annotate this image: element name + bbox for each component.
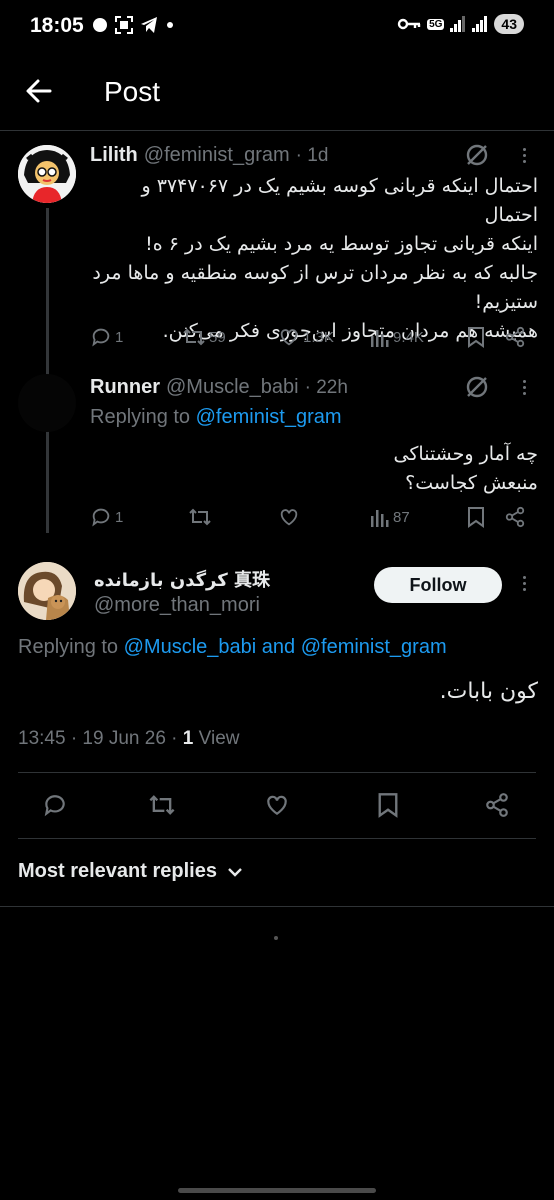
tweet1-like-count: 1.3K (303, 328, 334, 346)
tweet1-author-name[interactable]: Lilith (90, 144, 138, 167)
tweet2-line: منبعش کجاست؟ (405, 472, 538, 494)
status-right: 5G 43 (397, 14, 524, 34)
bookmark-icon[interactable] (466, 506, 486, 528)
tweet1-time: · 1d (295, 145, 329, 166)
tweet1-line: احتمال اینکه قربانی کوسه بشیم یک در ۳۷۴۷… (141, 175, 538, 226)
tweet2-body: چه آمار وحشتناکی منبعش کجاست؟ (90, 440, 538, 498)
tweet1-line: ستیزیم! (474, 291, 538, 313)
main-handle[interactable]: @more_than_mori (94, 594, 260, 617)
tweet1-line: جالبه که به نظر مردان ترس از کوسه منطقیه… (92, 262, 538, 284)
tweet2-replying-to: Replying to @feminist_gram (90, 406, 342, 429)
avatar-runner[interactable] (18, 374, 76, 432)
dot-icon (167, 22, 173, 28)
signal-2-icon (472, 16, 488, 32)
sort-divider (0, 906, 554, 907)
tweet1-reply-button[interactable]: 1 (90, 326, 123, 348)
grok-icon[interactable] (464, 374, 490, 400)
back-arrow-icon[interactable] (24, 76, 54, 106)
share-icon[interactable] (484, 792, 510, 818)
tweet2-handle[interactable]: @Muscle_babi (166, 376, 299, 399)
main-actions (42, 792, 522, 818)
chevron-down-icon (228, 867, 242, 877)
grok-icon[interactable] (464, 142, 490, 168)
tweet1-reply-count: 1 (115, 328, 124, 346)
main-divider (18, 772, 536, 773)
reply-icon (92, 328, 110, 347)
tweet2-actions: 1 87 (90, 506, 530, 530)
network-badge: 5G (427, 18, 445, 30)
avatar-lilith[interactable] (18, 145, 76, 203)
bookmark-icon[interactable] (376, 792, 400, 818)
tweet1-line: اینکه قربانی تجاوز توسط یه مرد بشیم یک د… (145, 233, 538, 255)
tweet1-repost-count: 59 (209, 328, 226, 346)
status-icons (92, 16, 175, 34)
views-icon (371, 510, 389, 527)
tweet2-views-button[interactable]: 87 (370, 506, 410, 528)
main-more-icon[interactable] (523, 576, 526, 591)
replying-to-link[interactable]: @feminist_gram (196, 406, 342, 428)
main-timestamp: 13:45 · 19 Jun 26 · (18, 728, 178, 749)
reply-icon (92, 508, 110, 527)
battery-indicator: 43 (494, 14, 524, 34)
actions-divider (18, 838, 536, 839)
repost-icon[interactable] (148, 792, 176, 818)
tweet1-views-button[interactable]: 9.4K (370, 326, 424, 348)
status-time: 18:05 (30, 14, 84, 37)
tweet2-reply-count: 1 (115, 508, 124, 526)
telegram-icon (141, 17, 157, 33)
heart-icon[interactable] (278, 506, 300, 528)
replies-sort-label: Most relevant replies (18, 860, 217, 882)
tweet1-like-button[interactable]: 1.3K (278, 326, 334, 348)
tweet1-header: Lilith @feminist_gram · 1d (90, 144, 328, 167)
tweet2-more-icon[interactable] (523, 380, 526, 395)
repost-icon[interactable] (188, 506, 212, 528)
reply-icon[interactable] (42, 792, 68, 818)
replying-prefix: Replying to (90, 406, 191, 428)
main-replying-to: Replying to @Muscle_babi and @feminist_g… (18, 636, 447, 659)
screen-capture-icon (115, 16, 133, 34)
share-icon[interactable] (504, 506, 526, 528)
header-divider (0, 130, 554, 131)
loading-dot (274, 936, 278, 940)
replying-prefix: Replying to (18, 636, 119, 658)
tweet1-repost-button[interactable]: 59 (182, 326, 226, 348)
tweet1-body: احتمال اینکه قربانی کوسه بشیم یک در ۳۷۴۷… (90, 172, 538, 346)
main-author-name[interactable]: کرگدن بازمانده 真珠 (94, 566, 270, 592)
heart-icon[interactable] (264, 792, 290, 818)
key-icon (397, 18, 421, 30)
repost-icon (183, 328, 205, 346)
tweet1-handle[interactable]: @feminist_gram (144, 144, 290, 167)
main-tweet-text: کون بابات. (439, 679, 538, 704)
main-timestamp-row: 13:45 · 19 Jun 26 · 1 View (18, 728, 239, 750)
signal-icon (450, 16, 466, 32)
replying-and: and (261, 636, 296, 658)
main-view-label: View (198, 728, 240, 749)
tweet2-line: چه آمار وحشتناکی (393, 443, 538, 465)
share-icon[interactable] (504, 326, 526, 348)
tweet1-more-icon[interactable] (523, 148, 526, 163)
tweet2-reply-button[interactable]: 1 (90, 506, 123, 528)
thread-line (46, 208, 49, 533)
tweet2-author-name[interactable]: Runner (90, 376, 160, 399)
views-icon (371, 330, 389, 347)
tweet2-header: Runner @Muscle_babi · 22h (90, 376, 348, 399)
tweet2-view-count: 87 (393, 508, 410, 526)
tweet1-view-count: 9.4K (393, 328, 424, 346)
main-view-count: 1 (182, 728, 194, 749)
page-title: Post (104, 76, 161, 107)
tweet2-time: · 22h (304, 377, 348, 398)
bookmark-icon[interactable] (466, 326, 486, 348)
home-indicator[interactable] (178, 1188, 376, 1193)
tweet1-actions: 1 59 1.3K 9.4K (90, 326, 530, 350)
replying-to-link-2[interactable]: @feminist_gram (301, 636, 447, 658)
heart-icon (280, 329, 298, 346)
record-icon (93, 18, 107, 32)
replying-to-link-1[interactable]: @Muscle_babi (124, 636, 257, 658)
replies-sort-dropdown[interactable]: Most relevant replies (18, 860, 243, 883)
follow-button[interactable]: Follow (374, 567, 502, 603)
avatar-main[interactable] (18, 562, 76, 620)
